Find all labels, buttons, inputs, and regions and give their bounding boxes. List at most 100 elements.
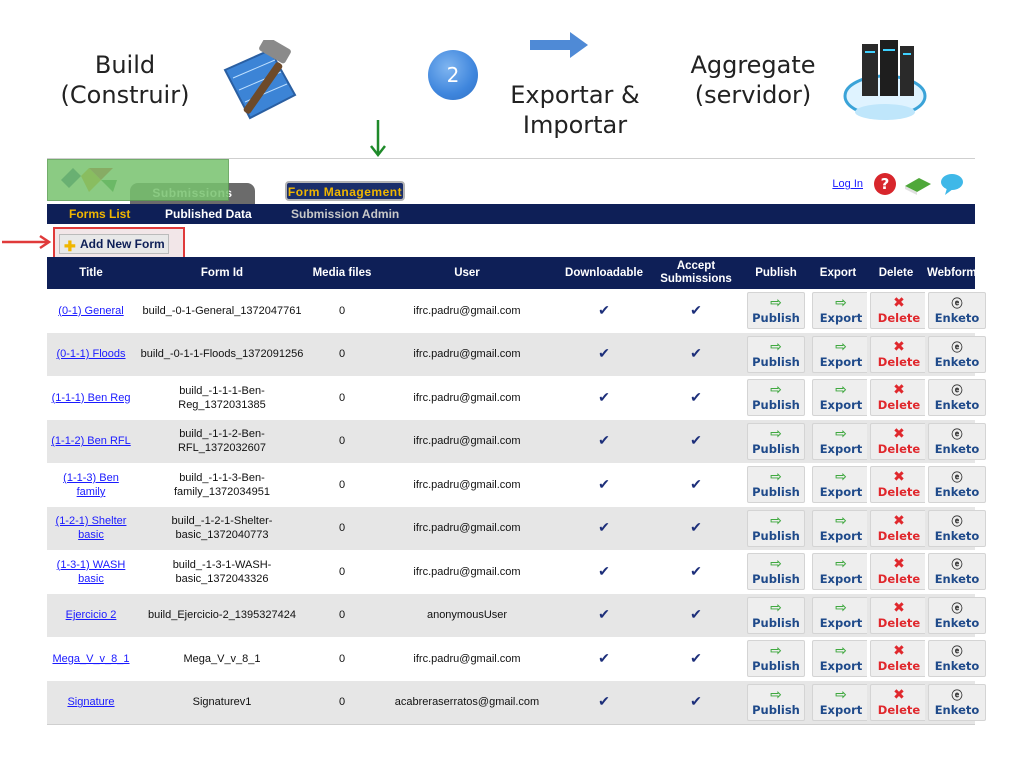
delete-button-label: Delete (877, 485, 921, 500)
enketo-button[interactable]: ⓔ Enketo (928, 640, 986, 678)
accept-submissions-checkbox[interactable]: ✔ (690, 650, 702, 666)
form-title-link[interactable]: (0-1-1) Floods (56, 348, 125, 360)
export-button[interactable]: ⇨ Export (812, 553, 870, 591)
accept-submissions-checkbox[interactable]: ✔ (690, 389, 702, 405)
delete-button-label: Delete (877, 528, 921, 543)
form-title-link[interactable]: (0-1) General (58, 305, 123, 317)
downloadable-checkbox[interactable]: ✔ (598, 345, 610, 361)
enketo-button[interactable]: ⓔ Enketo (928, 292, 986, 329)
table-row: (0-1) General build_-0-1-General_13720477… (47, 289, 986, 333)
publish-button[interactable]: ⇨ Publish (747, 335, 805, 373)
chat-bubble-icon[interactable] (939, 172, 965, 196)
publish-button[interactable]: ⇨ Publish (747, 683, 805, 721)
publish-button[interactable]: ⇨ Publish (747, 640, 805, 678)
export-button[interactable]: ⇨ Export (812, 379, 870, 417)
form-title-link[interactable]: (1-1-2) Ben RFL (51, 435, 130, 447)
delete-button[interactable]: ✖ Delete (870, 379, 928, 417)
accept-submissions-checkbox[interactable]: ✔ (690, 432, 702, 448)
accept-submissions-checkbox[interactable]: ✔ (690, 606, 702, 622)
downloadable-checkbox[interactable]: ✔ (598, 389, 610, 405)
publish-button[interactable]: ⇨ Publish (747, 509, 805, 547)
accept-submissions-checkbox[interactable]: ✔ (690, 476, 702, 492)
export-button-label: Export (819, 485, 863, 500)
accept-submissions-checkbox[interactable]: ✔ (690, 345, 702, 361)
form-title-link[interactable]: (1-3-1) WASH basic (57, 559, 126, 585)
export-button[interactable]: ⇨ Export (812, 335, 870, 373)
help-icon[interactable]: ? (873, 172, 897, 196)
add-new-form-label: Add New Form (80, 237, 165, 251)
export-button[interactable]: ⇨ Export (812, 683, 870, 721)
arrow-right-icon: ⇨ (770, 686, 782, 703)
delete-button-label: Delete (877, 311, 921, 325)
form-id: build_-1-1-3-Ben-family_1372034951 (173, 471, 271, 498)
delete-button[interactable]: ✖ Delete (870, 553, 928, 591)
export-button[interactable]: ⇨ Export (812, 466, 870, 504)
downloadable-checkbox[interactable]: ✔ (598, 519, 610, 535)
accept-submissions-checkbox[interactable]: ✔ (690, 302, 702, 318)
downloadable-checkbox[interactable]: ✔ (598, 693, 610, 709)
delete-button[interactable]: ✖ Delete (870, 335, 928, 373)
downloadable-checkbox[interactable]: ✔ (598, 302, 610, 318)
subnav-forms-list[interactable]: Forms List (69, 207, 130, 221)
form-title-link[interactable]: Mega_V_v_8_1 (52, 653, 129, 665)
delete-button[interactable]: ✖ Delete (870, 596, 928, 634)
delete-button[interactable]: ✖ Delete (870, 640, 928, 678)
downloadable-checkbox[interactable]: ✔ (598, 606, 610, 622)
enketo-button-label: Enketo (934, 702, 980, 717)
form-title-link[interactable]: Signature (67, 696, 114, 708)
accept-submissions-checkbox[interactable]: ✔ (690, 693, 702, 709)
arrow-right-icon: ⇨ (770, 338, 782, 355)
subnav-submission-admin[interactable]: Submission Admin (291, 207, 399, 221)
delete-button[interactable]: ✖ Delete (870, 292, 928, 329)
enketo-button[interactable]: ⓔ Enketo (928, 422, 986, 460)
accept-submissions-checkbox[interactable]: ✔ (690, 563, 702, 579)
table-row: (1-1-1) Ben Reg build_-1-1-1-Ben-Reg_1372… (47, 376, 986, 420)
enketo-button[interactable]: ⓔ Enketo (928, 509, 986, 547)
publish-button[interactable]: ⇨ Publish (747, 596, 805, 634)
delete-x-icon: ✖ (893, 338, 905, 355)
enketo-button[interactable]: ⓔ Enketo (928, 335, 986, 373)
add-new-form-button[interactable]: ✚ Add New Form (59, 234, 169, 254)
export-button[interactable]: ⇨ Export (812, 596, 870, 634)
plus-icon: ✚ (64, 238, 76, 254)
publish-button[interactable]: ⇨ Publish (747, 422, 805, 460)
downloadable-checkbox[interactable]: ✔ (598, 563, 610, 579)
table-row: (0-1-1) Floods build_-0-1-1-Floods_137209… (47, 332, 986, 377)
export-button[interactable]: ⇨ Export (812, 640, 870, 678)
publish-button[interactable]: ⇨ Publish (747, 292, 805, 329)
downloadable-checkbox[interactable]: ✔ (598, 476, 610, 492)
form-title-link[interactable]: Ejercicio 2 (66, 609, 117, 621)
arrow-right-icon: ⇨ (770, 512, 782, 529)
export-button[interactable]: ⇨ Export (812, 509, 870, 547)
enketo-button[interactable]: ⓔ Enketo (928, 379, 986, 417)
downloadable-checkbox[interactable]: ✔ (598, 650, 610, 666)
enketo-button[interactable]: ⓔ Enketo (928, 683, 986, 721)
publish-button-label: Publish (752, 485, 800, 500)
accept-submissions-checkbox[interactable]: ✔ (690, 519, 702, 535)
export-button[interactable]: ⇨ Export (812, 422, 870, 460)
book-icon[interactable] (903, 172, 933, 196)
form-title-link[interactable]: (1-1-3) Ben family (63, 472, 119, 498)
form-title-link[interactable]: (1-1-1) Ben Reg (52, 392, 131, 404)
tab-form-management[interactable]: Form Management (285, 181, 405, 201)
form-id: build_-1-3-1-WASH-basic_1372043326 (172, 558, 272, 585)
media-files-count: 0 (338, 522, 346, 535)
media-files-count: 0 (338, 435, 346, 448)
enketo-button[interactable]: ⓔ Enketo (928, 553, 986, 591)
export-button[interactable]: ⇨ Export (812, 292, 870, 329)
publish-button[interactable]: ⇨ Publish (747, 553, 805, 591)
build-label: Build (Construir) (60, 51, 190, 109)
publish-button[interactable]: ⇨ Publish (747, 379, 805, 417)
delete-button-label: Delete (877, 659, 921, 674)
delete-button[interactable]: ✖ Delete (870, 683, 928, 721)
enketo-button[interactable]: ⓔ Enketo (928, 466, 986, 504)
form-title-link[interactable]: (1-2-1) Shelter basic (56, 515, 127, 541)
delete-button[interactable]: ✖ Delete (870, 422, 928, 460)
downloadable-checkbox[interactable]: ✔ (598, 432, 610, 448)
login-link[interactable]: Log In (832, 178, 863, 190)
subnav-published-data[interactable]: Published Data (165, 207, 252, 221)
publish-button[interactable]: ⇨ Publish (747, 466, 805, 504)
delete-button[interactable]: ✖ Delete (870, 466, 928, 504)
delete-button[interactable]: ✖ Delete (870, 509, 928, 547)
enketo-button[interactable]: ⓔ Enketo (928, 596, 986, 634)
